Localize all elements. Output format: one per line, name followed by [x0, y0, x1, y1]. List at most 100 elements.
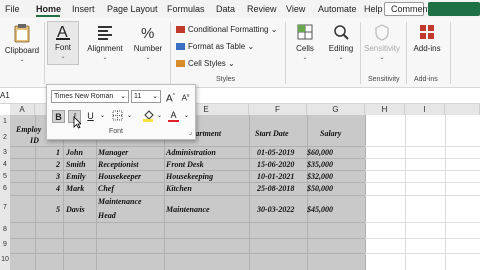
row-header-10[interactable]: 10 [0, 256, 10, 265]
row-header-3[interactable]: 3 [0, 149, 10, 158]
cell-name: Emily [66, 172, 86, 181]
tab-file[interactable]: File [5, 4, 20, 14]
styles-group-label: Styles [216, 76, 236, 83]
name-box[interactable]: A1 [0, 91, 10, 100]
header-salary: Salary [320, 129, 342, 138]
cell-name: Davis [66, 205, 85, 214]
add-ins-button[interactable]: Add-ins [408, 23, 446, 53]
cell-position: Housekeeper [98, 172, 142, 181]
tab-data[interactable]: Data [216, 4, 235, 14]
conditional-formatting-label: Conditional Formatting [188, 25, 269, 34]
column-header-a[interactable]: A [10, 104, 35, 115]
shrink-font-button[interactable]: Av [179, 90, 192, 103]
row-header-9[interactable]: 9 [0, 241, 10, 250]
cell-position: Receptionist [98, 160, 139, 169]
chevron-down-icon[interactable]: ⌄ [123, 110, 136, 123]
font-group-label: Font [109, 128, 124, 135]
cell-salary: $60,000 [307, 148, 333, 157]
row-header-1[interactable]: 1 [0, 118, 10, 127]
row-header-6[interactable]: 6 [0, 185, 10, 194]
chevron-down-icon[interactable]: ⌄ [180, 110, 193, 123]
number-button[interactable]: % Number ⌄ [130, 23, 166, 61]
header-employee-id-line2: ID [30, 136, 39, 145]
chevron-down-icon: ⌄ [152, 93, 158, 100]
number-label: Number [133, 44, 163, 53]
cell-name: John [66, 148, 83, 157]
format-as-table-button[interactable]: Format as Table ⌄ [176, 42, 254, 51]
tab-review[interactable]: Review [247, 4, 277, 14]
cell-position-line1: Maintenance [98, 197, 142, 206]
svg-text:%: % [141, 25, 154, 41]
comments-button[interactable]: Comments [384, 2, 435, 16]
cell-department: Maintenance [166, 205, 210, 214]
sensitivity-button[interactable]: Sensitivity ⌄ [362, 23, 402, 61]
alignment-button[interactable]: Alignment ⌄ [84, 23, 126, 61]
search-icon [334, 25, 349, 40]
font-label: Font [54, 43, 71, 52]
format-as-table-label: Format as Table [188, 42, 246, 51]
cell-start-date: 30-03-2022 [257, 205, 295, 214]
clipboard-icon [14, 24, 30, 43]
tab-home[interactable]: Home [36, 4, 61, 14]
cell-id: 3 [56, 172, 60, 181]
clipboard-label: Clipboard [4, 46, 40, 55]
tab-page-layout[interactable]: Page Layout [107, 4, 158, 14]
dialog-launcher-icon[interactable]: ⌟ [189, 128, 192, 136]
column-header-i[interactable]: I [405, 104, 445, 115]
format-table-icon [176, 43, 185, 50]
cell-start-date: 15-06-2020 [257, 160, 295, 169]
tab-view[interactable]: View [286, 4, 305, 14]
cell-id: 2 [56, 160, 60, 169]
font-name-box[interactable]: Times New Roman ⌄ [51, 90, 129, 103]
conditional-formatting-icon [176, 26, 185, 33]
chevron-down-icon: ⌄ [102, 55, 108, 61]
editing-button[interactable]: Editing ⌄ [324, 23, 358, 61]
cell-styles-label: Cell Styles [188, 59, 226, 68]
cell-styles-button[interactable]: Cell Styles ⌄ [176, 59, 235, 68]
share-button[interactable] [428, 2, 480, 16]
clipboard-button[interactable]: Clipboard ⌄ [4, 23, 40, 63]
add-ins-label: Add-ins [413, 44, 441, 53]
menu-tab-bar: File Home Insert Page Layout Formulas Da… [0, 0, 480, 18]
row-header-8[interactable]: 8 [0, 226, 10, 235]
conditional-formatting-button[interactable]: Conditional Formatting ⌄ [176, 25, 277, 34]
cell-salary: $50,000 [307, 184, 333, 193]
cell-position: Chef [98, 184, 114, 193]
column-header-h[interactable]: H [365, 104, 405, 115]
bold-button[interactable]: B [52, 110, 65, 123]
tab-help[interactable]: Help [364, 4, 383, 14]
row-header-7[interactable]: 7 [0, 204, 10, 213]
tab-formulas[interactable]: Formulas [167, 4, 205, 14]
cell-salary: $35,000 [307, 160, 333, 169]
chevron-down-icon[interactable]: ⌄ [153, 110, 166, 123]
chevron-down-icon: ⌄ [379, 55, 385, 61]
font-size-box[interactable]: 11 ⌄ [131, 90, 161, 103]
tab-automate[interactable]: Automate [318, 4, 357, 14]
chevron-down-icon[interactable]: ⌄ [96, 110, 109, 123]
grow-font-button[interactable]: A^ [164, 90, 177, 105]
tab-insert[interactable]: Insert [72, 4, 95, 14]
svg-text:A: A [57, 24, 68, 40]
percent-icon: % [141, 25, 154, 41]
chevron-down-icon: ⌄ [120, 93, 126, 100]
column-header-blank[interactable] [445, 104, 480, 115]
font-color-letter: A [170, 110, 177, 120]
header-start-date: Start Date [255, 129, 289, 138]
column-header-g[interactable]: G [307, 104, 365, 115]
column-header-f[interactable]: F [249, 104, 307, 115]
row-header-4[interactable]: 4 [0, 161, 10, 170]
cell-start-date: 25-08-2018 [257, 184, 295, 193]
row-header-2[interactable]: 2 [0, 134, 10, 143]
font-button[interactable]: A Font ⌄ [47, 21, 79, 65]
mouse-cursor-icon [73, 116, 81, 129]
sensitivity-label: Sensitivity [363, 44, 400, 53]
sensitivity-group-label: Sensitivity [368, 76, 400, 83]
font-color-swatch [168, 120, 179, 122]
cell-id: 4 [56, 184, 60, 193]
font-size-value: 11 [134, 93, 142, 100]
font-color-button[interactable]: A [167, 109, 180, 122]
row-header-5[interactable]: 5 [0, 173, 10, 182]
font-name-value: Times New Roman [54, 93, 114, 100]
grow-font-icon: A [165, 93, 173, 105]
cells-button[interactable]: Cells ⌄ [290, 23, 320, 61]
